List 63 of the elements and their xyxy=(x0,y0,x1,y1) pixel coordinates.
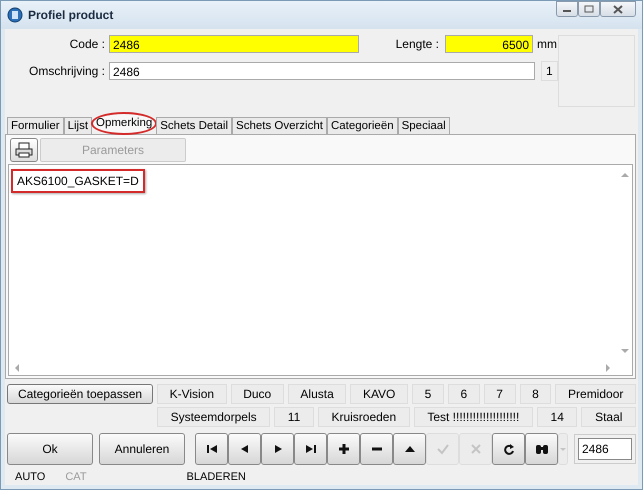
remark-text: AKS6100_GASKET=D xyxy=(11,169,145,193)
find-button[interactable] xyxy=(525,433,558,465)
tab[interactable]: Schets Overzicht xyxy=(232,117,327,134)
category-button[interactable]: Premidoor xyxy=(555,384,636,404)
next-button[interactable] xyxy=(261,433,294,465)
tab[interactable]: Lijst xyxy=(64,117,92,134)
category-button[interactable]: Duco xyxy=(230,384,284,404)
binoculars-icon xyxy=(534,443,548,455)
close-icon xyxy=(612,4,624,14)
skip-start-icon xyxy=(204,443,218,455)
maximize-icon xyxy=(584,5,594,13)
status-text: CAT xyxy=(65,471,87,483)
add-button[interactable] xyxy=(327,433,360,465)
status-text: AUTO xyxy=(15,471,46,483)
category-button[interactable]: 8 xyxy=(520,384,552,404)
checkmark-icon xyxy=(436,443,450,455)
category-button[interactable]: Alusta xyxy=(288,384,346,404)
length-field[interactable]: 6500 xyxy=(445,35,533,53)
ok-button[interactable]: Ok xyxy=(7,433,93,465)
code-field[interactable]: 2486 xyxy=(109,35,359,53)
description-label: Omschrijving : xyxy=(28,64,106,78)
window-title: Profiel product xyxy=(28,8,114,22)
plus-icon xyxy=(336,443,350,455)
cross-icon xyxy=(468,443,482,455)
category-button[interactable]: Test !!!!!!!!!!!!!!!!!!!! xyxy=(414,407,533,427)
maximize-button[interactable] xyxy=(578,1,600,17)
category-button[interactable]: 11 xyxy=(274,407,314,427)
first-button[interactable] xyxy=(195,433,228,465)
apply-categories-button[interactable]: Categorieën toepassen xyxy=(7,384,153,404)
tab[interactable]: Formulier xyxy=(7,117,64,134)
category-button[interactable]: 5 xyxy=(412,384,444,404)
previous-button[interactable] xyxy=(228,433,261,465)
category-button[interactable]: Staal xyxy=(581,407,636,427)
code-label: Code : xyxy=(68,37,106,51)
last-button[interactable] xyxy=(294,433,327,465)
category-button[interactable]: K-Vision xyxy=(157,384,227,404)
remove-button[interactable] xyxy=(360,433,393,465)
cancel-button[interactable]: Annuleren xyxy=(99,433,185,465)
tab[interactable]: Speciaal xyxy=(398,117,450,134)
category-button[interactable]: 7 xyxy=(484,384,516,404)
record-field[interactable]: 2486 xyxy=(578,438,632,460)
unit-label: mm xyxy=(536,37,557,51)
tab[interactable]: Opmerking xyxy=(92,113,156,134)
counter-badge: 1 xyxy=(541,61,558,81)
category-button[interactable]: Systeemdorpels xyxy=(157,407,270,427)
tab[interactable]: Categorieën xyxy=(326,117,398,134)
tab[interactable]: Schets Detail xyxy=(156,117,232,134)
up-button[interactable] xyxy=(393,433,426,465)
refresh-button[interactable] xyxy=(492,433,525,465)
description-field[interactable]: 2486 xyxy=(109,62,535,80)
print-button[interactable] xyxy=(10,138,38,162)
category-button[interactable]: KAVO xyxy=(350,384,408,404)
category-button[interactable]: 6 xyxy=(448,384,480,404)
close-button[interactable] xyxy=(600,1,636,17)
status-text: BLADEREN xyxy=(186,471,246,483)
skip-end-icon xyxy=(304,443,318,455)
category-button[interactable]: 14 xyxy=(536,407,578,427)
app-icon xyxy=(7,7,23,23)
printer-icon xyxy=(15,142,33,158)
refresh-icon xyxy=(502,443,516,455)
length-label: Lengte : xyxy=(394,37,440,51)
minimize-button[interactable] xyxy=(556,1,578,17)
category-button[interactable]: Kruisroeden xyxy=(318,407,410,427)
